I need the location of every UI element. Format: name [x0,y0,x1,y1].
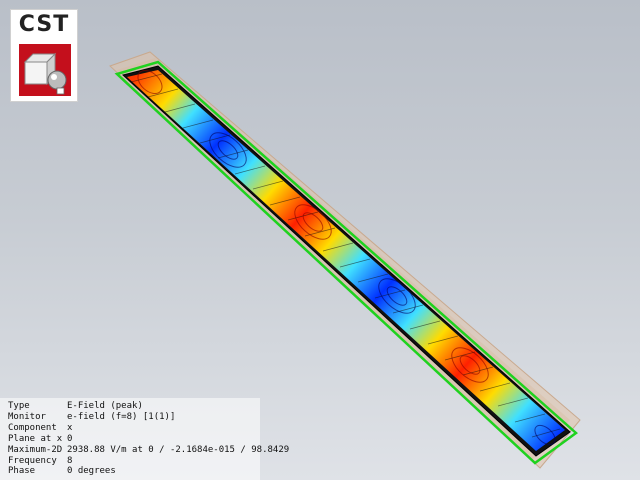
info-label: Type [8,401,30,411]
field-plane [127,70,565,451]
monitor-info-panel: Type E-Field (peak) Monitor e-field (f=8) [… [0,398,289,480]
info-label: Component [8,422,57,433]
info-value: 0 degrees [67,466,116,477]
info-label: Monitor [8,411,46,422]
info-label: Frequency [8,455,57,466]
info-label: Phase [8,466,36,477]
info-value: 2938.88 V/m at 0 / -2.1684e-015 / 98.842… [67,444,290,455]
info-label: Maximum-2D [8,444,63,455]
info-value: x [67,422,73,433]
info-label: Plane at x [8,433,63,444]
info-value: 8 [67,455,73,466]
info-value: 0 [67,433,73,444]
info-value: E-Field (peak) [67,401,143,411]
info-value: e-field (f=8) [1(1)] [67,411,176,422]
